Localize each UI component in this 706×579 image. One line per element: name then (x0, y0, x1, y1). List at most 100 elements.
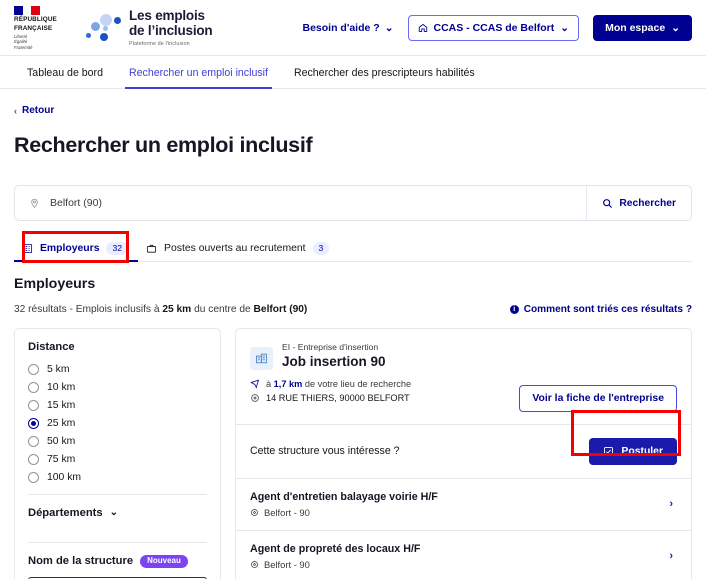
employer-card-top: EI - Entreprise d'insertion Job insertio… (236, 329, 691, 424)
republic-line1: RÉPUBLIQUE (14, 16, 57, 24)
results-meta-row: 32 résultats - Emplois inclusifs à 25 km… (14, 304, 692, 315)
distance-option-label: 15 km (47, 399, 76, 411)
application-form-icon (603, 446, 614, 457)
job-row[interactable]: Agent d'entretien balayage voirie H/F Be… (236, 479, 691, 530)
brand-logo[interactable]: Les emplois de l’inclusion Plateforme de… (84, 8, 213, 47)
brand-title-line2: de l’inclusion (129, 22, 213, 38)
my-space-button[interactable]: Mon espace ⌄ (593, 15, 692, 41)
apply-button[interactable]: Postuler (589, 437, 677, 465)
nav-item-rechercher-prescripteurs[interactable]: Rechercher des prescripteurs habilités (281, 56, 488, 89)
results-meta-middle: du centre de (191, 303, 254, 315)
distance-option-label: 5 km (47, 363, 70, 375)
location-pin-icon (250, 560, 259, 569)
main-navigation: Tableau de bord Rechercher un emploi inc… (0, 56, 706, 89)
employer-address: 14 RUE THIERS, 90000 BELFORT (266, 392, 410, 403)
job-row[interactable]: Agent de propreté des locaux H/F Belfort… (236, 531, 691, 579)
republic-devise: Liberté Égalité Fraternité (14, 34, 33, 50)
nav-label: Tableau de bord (27, 67, 103, 79)
tab-employeurs[interactable]: Employeurs 32 (14, 235, 139, 262)
nav-label: Rechercher un emploi inclusif (128, 67, 268, 79)
tab-postes-count: 3 (312, 242, 330, 255)
radio-icon (28, 471, 39, 483)
job-info: Agent de propreté des locaux H/F Belfort… (250, 543, 420, 570)
view-company-button[interactable]: Voir la fiche de l'entreprise (519, 384, 677, 412)
back-link-label: Retour (22, 105, 55, 116)
job-location-row: Belfort - 90 (250, 507, 438, 518)
organization-label: CCAS - CCAS de Belfort (433, 22, 555, 34)
chevron-right-icon: › (669, 550, 673, 563)
header-actions: Besoin d'aide ? ⌄ CCAS - CCAS de Belfort… (303, 15, 692, 41)
location-pin-icon (29, 198, 40, 209)
distance-option-25km[interactable]: 25 km (28, 417, 207, 429)
brand-subtitle: Plateforme de l'inclusion (129, 41, 190, 47)
employer-identity: EI - Entreprise d'insertion Job insertio… (250, 342, 677, 370)
nav-item-rechercher-emploi[interactable]: Rechercher un emploi inclusif (116, 56, 281, 89)
results-heading: Employeurs (14, 275, 96, 292)
tab-employeurs-count: 32 (106, 242, 129, 255)
distance-value: 1,7 km (273, 378, 303, 389)
distance-option-50km[interactable]: 50 km (28, 435, 207, 447)
organization-selector[interactable]: CCAS - CCAS de Belfort ⌄ (407, 15, 580, 41)
tab-postes-label: Postes ouverts au recrutement (164, 242, 306, 254)
results-meta-city: Belfort (90) (253, 303, 308, 315)
distance-option-100km[interactable]: 100 km (28, 471, 207, 483)
filter-structure-label: Nom de la structure (28, 555, 134, 568)
search-bar: Belfort (90) Rechercher (14, 185, 692, 221)
radio-icon-selected (28, 417, 39, 429)
distance-arrow-icon (250, 379, 260, 389)
tab-employeurs-label: Employeurs (40, 242, 100, 254)
search-input[interactable]: Belfort (90) (15, 186, 586, 220)
radio-icon (28, 363, 39, 375)
employer-distance-text: à 1,7 km de votre lieu de recherche (266, 379, 411, 389)
content-columns: Distance 5 km 10 km 15 km 25 km 50 km 75… (14, 327, 692, 579)
job-location: Belfort - 90 (264, 558, 310, 570)
chevron-down-icon: ⌄ (671, 22, 680, 34)
distance-option-15km[interactable]: 15 km (28, 399, 207, 411)
result-tabs: Employeurs 32 Postes ouverts au recrutem… (14, 231, 692, 263)
distance-suffix: de votre lieu de recherche (302, 378, 412, 389)
chevron-down-icon: ⌄ (384, 22, 394, 34)
distance-option-5km[interactable]: 5 km (28, 363, 207, 375)
radio-icon (28, 399, 39, 411)
apply-section: Cette structure vous intéresse ? Postule… (236, 425, 691, 478)
search-input-value: Belfort (90) (50, 197, 102, 209)
my-space-label: Mon espace (605, 22, 666, 34)
help-button-label: Besoin d'aide ? (302, 22, 380, 34)
employer-info: à 1,7 km de votre lieu de recherche 14 R… (250, 379, 519, 407)
location-pin-icon (250, 508, 259, 517)
nav-item-tableau-de-bord[interactable]: Tableau de bord (14, 56, 116, 89)
tab-postes-ouverts[interactable]: Postes ouverts au recrutement 3 (138, 235, 339, 262)
chevron-left-icon: ‹ (14, 105, 17, 116)
radio-icon (28, 453, 39, 465)
location-pin-icon (250, 393, 260, 403)
filter-departments-label: Départements (28, 506, 103, 519)
employer-kind: EI - Entreprise d'insertion (282, 341, 379, 352)
distance-option-10km[interactable]: 10 km (28, 381, 207, 393)
back-link[interactable]: ‹ Retour (14, 105, 692, 116)
briefcase-icon (146, 243, 157, 254)
new-badge: Nouveau (140, 554, 188, 568)
info-icon: i (509, 304, 519, 314)
brand-title-line1: Les emplois (129, 8, 205, 23)
distance-option-label: 100 km (47, 471, 82, 483)
help-button[interactable]: Besoin d'aide ? ⌄ (303, 22, 394, 34)
employer-name[interactable]: Job insertion 90 (282, 354, 386, 369)
employer-details: à 1,7 km de votre lieu de recherche 14 R… (250, 379, 677, 412)
marianne-logo: RÉPUBLIQUE FRANÇAISE Liberté Égalité Fra… (14, 6, 74, 50)
distance-prefix: à (266, 378, 274, 389)
distance-option-75km[interactable]: 75 km (28, 453, 207, 465)
building-icon (22, 243, 33, 254)
radio-icon (28, 435, 39, 447)
distance-option-label: 10 km (47, 381, 76, 393)
search-submit-button[interactable]: Rechercher (587, 186, 691, 220)
sort-info-link[interactable]: i Comment sont triés ces résultats ? (509, 304, 692, 315)
company-building-icon (250, 346, 273, 370)
filter-departments-accordion[interactable]: Départements ⌄ (28, 495, 207, 531)
page-title: Rechercher un emploi inclusif (14, 133, 313, 157)
app-header: RÉPUBLIQUE FRANÇAISE Liberté Égalité Fra… (0, 0, 706, 56)
chevron-down-icon: ⌄ (109, 507, 118, 519)
results-meta-prefix: 32 résultats - Emplois inclusifs à (14, 303, 163, 315)
apply-button-label: Postuler (621, 445, 663, 457)
job-title: Agent d'entretien balayage voirie H/F (250, 490, 438, 503)
employer-address-row: 14 RUE THIERS, 90000 BELFORT (250, 393, 519, 403)
